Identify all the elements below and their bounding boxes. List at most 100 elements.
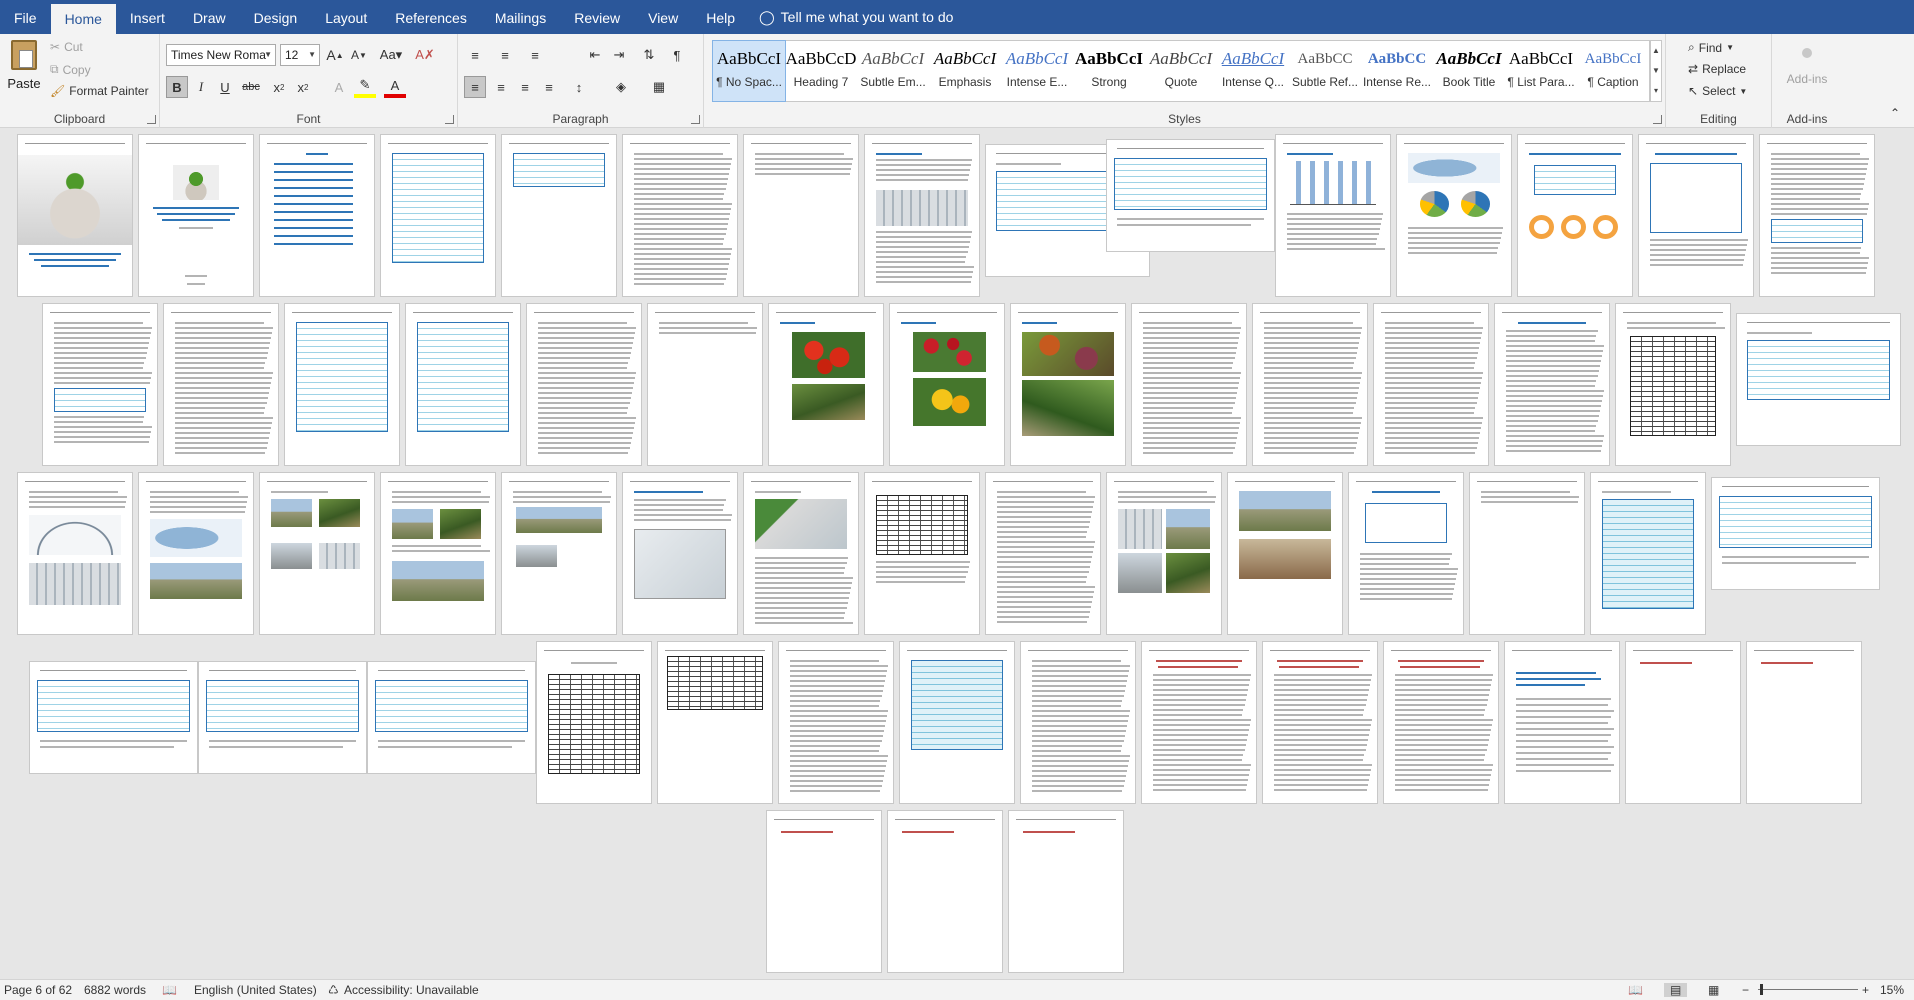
bullets-icon[interactable]: ≡ [464,44,486,66]
clipboard-launcher-icon[interactable] [147,115,156,124]
style-intense-reference[interactable]: AaBbCC Intense Re... [1361,41,1433,101]
page-thumbnail[interactable] [536,641,652,804]
underline-icon[interactable]: U [214,76,236,98]
page-thumbnail[interactable] [1008,810,1124,973]
page-thumbnail[interactable] [889,303,1005,466]
page-thumbnail[interactable] [259,472,375,635]
page-thumbnail[interactable] [526,303,642,466]
page-thumbnail[interactable] [198,661,367,774]
page-thumbnail[interactable] [1020,641,1136,804]
style-intense-quote[interactable]: AaBbCcI Intense Q... [1217,41,1289,101]
page-thumbnail[interactable] [17,472,133,635]
page-thumbnail[interactable] [1373,303,1489,466]
paste-button[interactable]: Paste [6,40,42,91]
tab-home[interactable]: Home [50,4,116,34]
style-no-spacing[interactable]: AaBbCcI ¶ No Spac... [712,40,786,102]
tab-references[interactable]: References [381,0,481,34]
page-thumbnail[interactable] [657,641,773,804]
page-thumbnail[interactable] [864,472,980,635]
format-painter-button[interactable]: 🖌 Format Painter [50,84,149,98]
page-thumbnail[interactable] [501,134,617,297]
style-book-title[interactable]: AaBbCcI Book Title [1433,41,1505,101]
page-thumbnail[interactable] [1010,303,1126,466]
tab-review[interactable]: Review [560,0,634,34]
page-thumbnail[interactable] [259,134,375,297]
tab-mailings[interactable]: Mailings [481,0,560,34]
highlight-icon[interactable]: ✎ [354,76,376,98]
page-thumbnail[interactable] [743,472,859,635]
justify-icon[interactable]: ≡ [538,76,560,98]
page-thumbnail[interactable] [138,134,254,297]
decrease-indent-icon[interactable]: ⇤ [584,44,606,66]
tab-draw[interactable]: Draw [179,0,240,34]
page-thumbnail[interactable] [1106,139,1275,252]
word-count[interactable]: 6882 words [84,983,146,997]
paragraph-launcher-icon[interactable] [691,115,700,124]
style-strong[interactable]: AaBbCcI Strong [1073,41,1145,101]
grow-font-icon[interactable]: A ▲ [324,44,346,66]
superscript-icon[interactable]: x2 [292,76,314,98]
clear-formatting-icon[interactable]: A✗ [414,44,436,66]
zoom-in-icon[interactable]: + [1862,983,1869,997]
font-launcher-icon[interactable] [445,115,454,124]
page-indicator[interactable]: Page 6 of 62 [4,983,72,997]
page-thumbnail[interactable] [1469,472,1585,635]
styles-scroll[interactable]: ▲ ▼ ▾ [1650,40,1662,102]
page-thumbnail[interactable] [1227,472,1343,635]
collapse-ribbon-icon[interactable]: ⌃ [1884,102,1906,124]
page-thumbnail[interactable] [1383,641,1499,804]
page-thumbnail[interactable] [1504,641,1620,804]
shading-icon[interactable]: ◈ [610,76,632,98]
page-thumbnail[interactable] [887,810,1003,973]
zoom-slider[interactable] [1758,989,1858,990]
page-thumbnail[interactable] [1131,303,1247,466]
page-thumbnail[interactable] [647,303,763,466]
page-thumbnail[interactable] [29,661,198,774]
page-thumbnail[interactable] [17,134,133,297]
language-indicator[interactable]: English (United States) [194,983,317,997]
style-caption[interactable]: AaBbCcI ¶ Caption [1577,41,1649,101]
sort-icon[interactable]: ⇅ [638,44,660,66]
tab-file[interactable]: File [0,0,51,34]
tab-view[interactable]: View [634,0,692,34]
page-thumbnail[interactable] [1711,477,1880,590]
page-thumbnail[interactable] [1106,472,1222,635]
bold-icon[interactable]: B [166,76,188,98]
page-thumbnail[interactable] [1746,641,1862,804]
page-thumbnail[interactable] [380,134,496,297]
select-button[interactable]: ↖ Select ▼ [1688,84,1747,98]
style-heading-7[interactable]: AaBbCcD Heading 7 [785,41,857,101]
numbering-icon[interactable]: ≡ [494,44,516,66]
page-thumbnail[interactable] [284,303,400,466]
style-intense-emphasis[interactable]: AaBbCcI Intense E... [1001,41,1073,101]
styles-launcher-icon[interactable] [1653,115,1662,124]
style-quote[interactable]: AaBbCcI Quote [1145,41,1217,101]
read-mode-icon[interactable]: 📖 [1628,983,1643,997]
pilcrow-icon[interactable]: ¶ [666,44,688,66]
shrink-font-icon[interactable]: A ▼ [348,44,370,66]
tab-insert[interactable]: Insert [116,0,179,34]
page-thumbnail[interactable] [1494,303,1610,466]
document-canvas[interactable] [0,129,1914,979]
page-thumbnail[interactable] [1590,472,1706,635]
tab-help[interactable]: Help [692,0,749,34]
proofing-icon[interactable]: 📖 [162,983,177,997]
page-thumbnail[interactable] [766,810,882,973]
page-thumbnail[interactable] [367,661,536,774]
page-thumbnail[interactable] [501,472,617,635]
find-button[interactable]: ⌕ Find ▼ [1688,40,1734,55]
style-list-paragraph[interactable]: AaBbCcI ¶ List Para... [1505,41,1577,101]
page-thumbnail[interactable] [405,303,521,466]
page-thumbnail[interactable] [778,641,894,804]
page-thumbnail[interactable] [622,472,738,635]
tab-layout[interactable]: Layout [311,0,381,34]
align-left-icon[interactable]: ≡ [464,76,486,98]
page-thumbnail[interactable] [1759,134,1875,297]
tell-me-search[interactable]: ◯ Tell me what you want to do [749,0,963,34]
align-center-icon[interactable]: ≡ [490,76,512,98]
font-color-icon[interactable]: A [384,76,406,98]
page-thumbnail[interactable] [163,303,279,466]
page-thumbnail[interactable] [864,134,980,297]
change-case-icon[interactable]: Aa▾ [376,44,406,66]
font-size-combo[interactable]: 12 ▼ [280,44,320,66]
